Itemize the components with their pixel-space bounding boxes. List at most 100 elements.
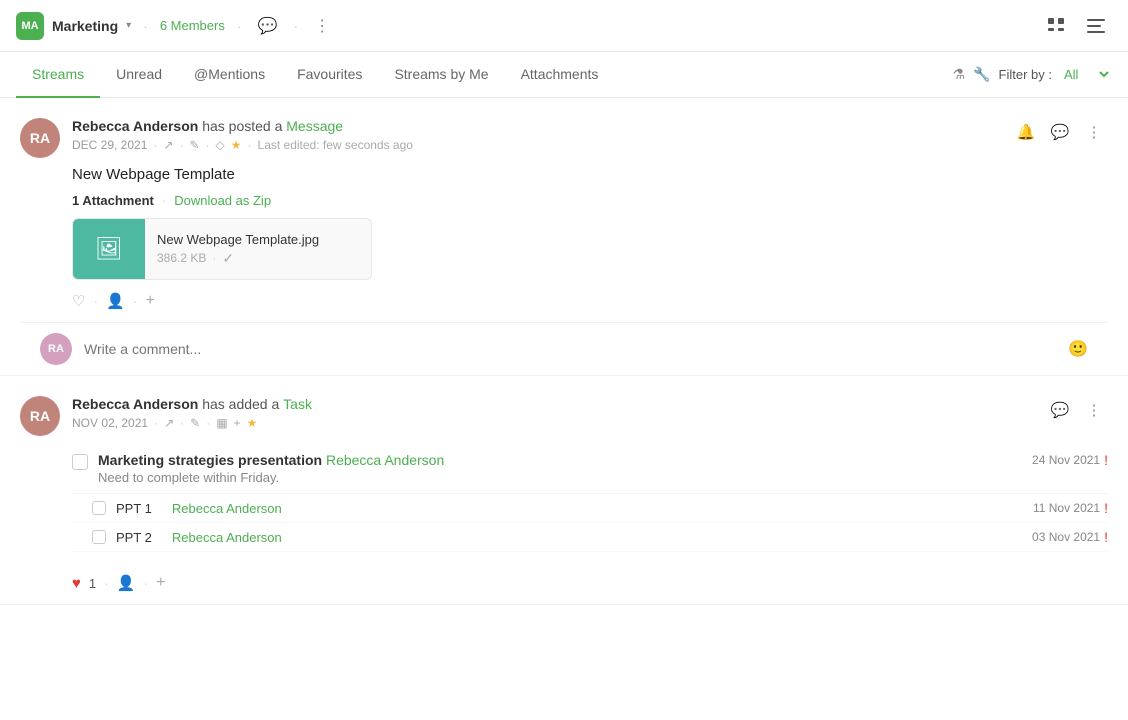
commenter-avatar: RA — [40, 333, 72, 365]
post1-bookmark-icon[interactable]: ◇ — [216, 138, 225, 152]
tabs-filter: ⚗ 🔧 Filter by : All Mine Team — [953, 66, 1112, 83]
post2-actions: 💬 ⋮ — [1046, 396, 1108, 424]
post1-type: Message — [286, 118, 343, 134]
post2-author-line: Rebecca Anderson has added a Task — [72, 396, 1046, 412]
post2-plus-icon[interactable]: + — [234, 416, 241, 430]
post1-action: has posted a — [202, 118, 286, 134]
post1-external-link-icon[interactable]: ↗ — [163, 138, 173, 152]
post1-comment-icon[interactable]: 💬 — [1046, 118, 1074, 146]
post2-person-reaction[interactable]: 👤 — [117, 574, 136, 592]
header-right — [1040, 10, 1112, 42]
post1-title: New Webpage Template — [72, 166, 1108, 183]
main-task-checkbox[interactable] — [72, 454, 88, 470]
post2-reactions: ♥ 1 · 👤 · + — [72, 574, 1108, 604]
filter-label: Filter by : — [999, 67, 1052, 82]
subtask2-title: PPT 2 — [116, 530, 152, 545]
post1-content: New Webpage Template 1 Attachment · Down… — [72, 166, 1108, 280]
attachment-thumbnail: 🖼 — [73, 219, 145, 279]
tab-mentions[interactable]: @Mentions — [178, 52, 281, 98]
post1-more-icon[interactable]: ⋮ — [1080, 118, 1108, 146]
tab-favourites[interactable]: Favourites — [281, 52, 378, 98]
post2-add-reaction[interactable]: + — [156, 574, 165, 592]
post2-type: Task — [283, 396, 312, 412]
post2-edit-icon[interactable]: ✎ — [190, 416, 200, 430]
more-options-icon[interactable]: ⋮ — [310, 12, 334, 40]
post2-content: Marketing strategies presentation Rebecc… — [72, 444, 1108, 564]
post2-heart-reaction[interactable]: ♥ — [72, 575, 81, 592]
main-task: Marketing strategies presentation Rebecc… — [72, 444, 1108, 494]
attachment-size: 386.2 KB · ✓ — [157, 250, 319, 267]
filter-settings-icon[interactable]: 🔧 — [973, 66, 990, 83]
members-link[interactable]: 6 Members — [160, 18, 225, 33]
main-task-assignee: Rebecca Anderson — [326, 452, 444, 468]
subtask1-due: 11 Nov 2021 ! — [1033, 500, 1108, 516]
main-task-due: 24 Nov 2021 ! — [1032, 452, 1108, 468]
filter-select[interactable]: All Mine Team — [1060, 66, 1112, 83]
post1-last-edited: Last edited: few seconds ago — [258, 138, 413, 152]
subtask2-assignee: Rebecca Anderson — [172, 530, 282, 545]
tab-streams-by-me[interactable]: Streams by Me — [378, 52, 504, 98]
post1-edit-icon[interactable]: ✎ — [189, 138, 199, 152]
subtask-2: PPT 2 Rebecca Anderson 03 Nov 2021 ! — [72, 523, 1108, 552]
post1-meta: Rebecca Anderson has posted a Message DE… — [72, 118, 1012, 152]
header-left: MA Marketing ▾ · 6 Members · 💬 · ⋮ — [16, 12, 1040, 40]
post2-meta: Rebecca Anderson has added a Task NOV 02… — [72, 396, 1046, 430]
post1-author-line: Rebecca Anderson has posted a Message — [72, 118, 1012, 134]
attachment-info: New Webpage Template.jpg 386.2 KB · ✓ — [145, 224, 331, 275]
post1-attachment-card[interactable]: 🖼 New Webpage Template.jpg 386.2 KB · ✓ — [72, 218, 372, 280]
priority-icon: ! — [1104, 452, 1108, 468]
subtask1-priority-icon: ! — [1104, 500, 1108, 516]
post1-header: RA Rebecca Anderson has posted a Message… — [20, 118, 1108, 158]
attachment-name: New Webpage Template.jpg — [157, 232, 319, 247]
post1-star-icon[interactable]: ★ — [231, 138, 242, 152]
feed: RA Rebecca Anderson has posted a Message… — [0, 98, 1128, 605]
post1-author: Rebecca Anderson — [72, 118, 198, 134]
post1-add-reaction[interactable]: + — [145, 292, 154, 310]
post2-external-link-icon[interactable]: ↗ — [164, 416, 174, 430]
subtask2-checkbox[interactable] — [92, 530, 106, 544]
emoji-picker-icon[interactable]: 🙂 — [1068, 339, 1088, 359]
post2-date: NOV 02, 2021 — [72, 416, 148, 430]
tab-streams[interactable]: Streams — [16, 52, 100, 98]
subtask2-priority-icon: ! — [1104, 529, 1108, 545]
grid-view-icon[interactable] — [1040, 10, 1072, 42]
post1-person-reaction[interactable]: 👤 — [106, 292, 125, 310]
workspace-chevron-icon[interactable]: ▾ — [126, 20, 131, 31]
post-task: RA Rebecca Anderson has added a Task NOV… — [0, 376, 1128, 605]
post2-action: has added a — [202, 396, 283, 412]
app-header: MA Marketing ▾ · 6 Members · 💬 · ⋮ — [0, 0, 1128, 52]
filter-icon[interactable]: ⚗ — [953, 66, 966, 83]
post2-date-line: NOV 02, 2021 · ↗ · ✎ · ▦ + ★ — [72, 416, 1046, 430]
subtask1-title: PPT 1 — [116, 501, 152, 516]
post1-reactions: ♡ · 👤 · + — [72, 292, 1108, 322]
comment-input[interactable] — [84, 341, 1056, 357]
tabs-bar: Streams Unread @Mentions Favourites Stre… — [0, 52, 1128, 98]
post2-task-add-icon[interactable]: ▦ — [216, 416, 227, 430]
chat-icon[interactable]: 💬 — [254, 12, 282, 40]
post2-more-icon[interactable]: ⋮ — [1080, 396, 1108, 424]
attachment-check-icon: ✓ — [222, 250, 234, 267]
image-icon: 🖼 — [95, 236, 123, 262]
post1-heart-reaction[interactable]: ♡ — [72, 292, 85, 310]
post1-download-zip[interactable]: Download as Zip — [174, 193, 271, 208]
workspace-avatar: MA — [16, 12, 44, 40]
post-message: RA Rebecca Anderson has posted a Message… — [0, 98, 1128, 376]
subtask2-due: 03 Nov 2021 ! — [1032, 529, 1108, 545]
post2-star-icon[interactable]: ★ — [247, 416, 258, 430]
post2-comment-icon[interactable]: 💬 — [1046, 396, 1074, 424]
subtask1-checkbox[interactable] — [92, 501, 106, 515]
post1-date: DEC 29, 2021 — [72, 138, 147, 152]
subtask-1: PPT 1 Rebecca Anderson 11 Nov 2021 ! — [72, 494, 1108, 523]
post1-alarm-icon[interactable]: 🔔 — [1012, 118, 1040, 146]
post2-header: RA Rebecca Anderson has added a Task NOV… — [20, 396, 1108, 436]
main-task-desc: Need to complete within Friday. — [98, 470, 1022, 485]
post1-date-line: DEC 29, 2021 · ↗ · ✎ · ◇ ★ · Last edited… — [72, 138, 1012, 152]
hamburger-menu-icon[interactable] — [1080, 10, 1112, 42]
main-task-content: Marketing strategies presentation Rebecc… — [98, 452, 1022, 485]
post1-comment-box: RA 🙂 — [20, 322, 1108, 375]
tab-attachments[interactable]: Attachments — [505, 52, 615, 98]
post1-attachment-label: 1 Attachment · Download as Zip — [72, 193, 1108, 208]
post1-attachment-count: 1 Attachment — [72, 193, 154, 208]
tab-unread[interactable]: Unread — [100, 52, 178, 98]
subtask1-assignee: Rebecca Anderson — [172, 501, 282, 516]
